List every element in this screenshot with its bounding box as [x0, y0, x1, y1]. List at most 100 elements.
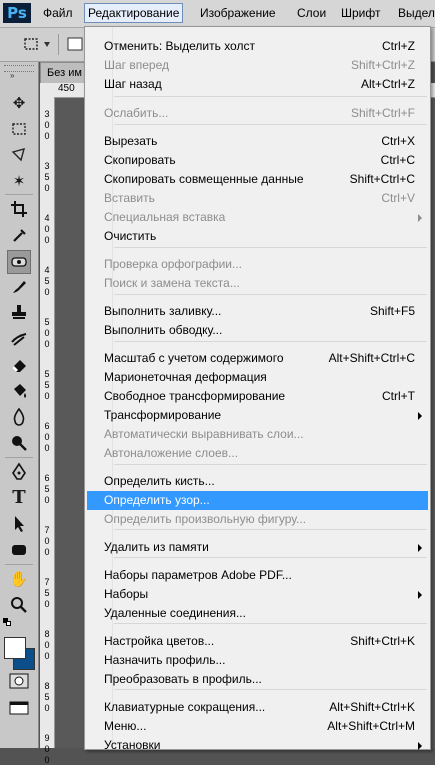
quick-mask-icon[interactable]: [9, 673, 29, 689]
menu-item-shortcut: Alt+Shift+Ctrl+M: [327, 719, 415, 733]
menu-item[interactable]: Поиск и замена текста...: [87, 274, 428, 293]
menu-item[interactable]: Удалить из памяти: [87, 538, 428, 557]
paint-bucket-tool-icon[interactable]: [8, 380, 30, 402]
menu-item[interactable]: Установки: [87, 736, 428, 755]
menu-separator: [114, 464, 427, 465]
menu-item[interactable]: Выполнить обводку...: [87, 321, 428, 340]
panel-grip[interactable]: [4, 65, 34, 72]
menu-item[interactable]: Скопировать совмещенные данные Shift+Ctrl…: [87, 170, 428, 189]
menu-item[interactable]: Специальная вставка: [87, 208, 428, 227]
menu-item[interactable]: Свободное трансформирование Ctrl+T: [87, 387, 428, 406]
menu-image[interactable]: Изображение: [197, 4, 279, 22]
menu-item-label: Удаленные соединения...: [104, 606, 246, 620]
ruler-label: 0: [44, 339, 50, 349]
eyedropper-tool-icon[interactable]: [8, 224, 30, 246]
menu-item-label: Автоматически выравнивать слои...: [104, 427, 304, 441]
menu-item[interactable]: Вставить Ctrl+V: [87, 189, 428, 208]
menu-item[interactable]: Преобразовать в профиль...: [87, 670, 428, 689]
menu-item[interactable]: Скопировать Ctrl+C: [87, 151, 428, 170]
menu-item[interactable]: Определить узор...: [87, 491, 428, 510]
menu-file[interactable]: Файл: [40, 4, 76, 22]
menu-item-label: Марионеточная деформация: [104, 370, 267, 384]
shape-tool-icon[interactable]: [8, 539, 30, 561]
menu-item[interactable]: Настройка цветов... Shift+Ctrl+K: [87, 632, 428, 651]
ruler-label: 0: [44, 744, 50, 754]
menu-type[interactable]: Шрифт: [338, 4, 383, 22]
menu-item[interactable]: Меню... Alt+Shift+Ctrl+M: [87, 717, 428, 736]
vertical-ruler: 300350400450500550600650700750800850900: [40, 97, 55, 765]
menu-item-label: Наборы параметров Adobe PDF...: [104, 568, 292, 582]
collapse-arrows-icon[interactable]: »: [10, 71, 14, 80]
ruler-label: 0: [44, 287, 50, 297]
menu-item-label: Автоналожение слоев...: [104, 446, 239, 460]
menu-item[interactable]: Клавиатурные сокращения... Alt+Shift+Ctrl…: [87, 698, 428, 717]
menu-item[interactable]: Удаленные соединения...: [87, 604, 428, 623]
clone-stamp-tool-icon[interactable]: [8, 302, 30, 324]
menu-item[interactable]: Отменить: Выделить холст Ctrl+Z: [87, 37, 428, 56]
ruler-label: 0: [44, 432, 50, 442]
path-selection-tool-icon[interactable]: [8, 513, 30, 535]
hand-tool-icon[interactable]: ✋: [8, 568, 30, 590]
ruler-label: 0: [44, 536, 50, 546]
lasso-tool-icon[interactable]: [8, 144, 30, 166]
menu-item[interactable]: Назначить профиль...: [87, 651, 428, 670]
ruler-label: 3: [44, 109, 50, 119]
menu-item[interactable]: Марионеточная деформация: [87, 368, 428, 387]
ruler-label: 0: [44, 755, 50, 765]
menu-item[interactable]: Выполнить заливку... Shift+F5: [87, 302, 428, 321]
blur-tool-icon[interactable]: [8, 406, 30, 428]
menu-item[interactable]: Наборы параметров Adobe PDF...: [87, 566, 428, 585]
menu-item-shortcut: Ctrl+T: [382, 389, 415, 403]
marquee-tool-icon[interactable]: [8, 118, 30, 140]
submenu-arrow-icon: [418, 591, 422, 599]
marquee-preset-icon[interactable]: [22, 35, 40, 53]
eraser-tool-icon[interactable]: [8, 354, 30, 376]
menu-item-shortcut: Alt+Shift+Ctrl+K: [329, 700, 415, 714]
dodge-tool-icon[interactable]: [8, 432, 30, 454]
menu-item[interactable]: Автоматически выравнивать слои...: [87, 425, 428, 444]
menu-item-label: Очистить: [104, 229, 157, 243]
menu-item[interactable]: Автоналожение слоев...: [87, 444, 428, 463]
menu-item[interactable]: Масштаб с учетом содержимого Alt+Shift+Ct…: [87, 349, 428, 368]
menu-item-label: Выполнить заливку...: [104, 304, 222, 318]
menu-item[interactable]: Ослабить... Shift+Ctrl+F: [87, 104, 428, 123]
menu-item[interactable]: Определить произвольную фигуру...: [87, 510, 428, 529]
menu-item[interactable]: Определить кисть...: [87, 472, 428, 491]
menu-item[interactable]: Шаг вперед Shift+Ctrl+Z: [87, 56, 428, 75]
ruler-label: 4: [44, 265, 50, 275]
ruler-label: 9: [44, 733, 50, 743]
menu-item-label: Скопировать: [104, 153, 176, 167]
ruler-label: 8: [44, 629, 50, 639]
foreground-color-swatch[interactable]: [4, 637, 26, 659]
type-tool-icon[interactable]: T: [8, 487, 30, 509]
menu-item-label: Скопировать совмещенные данные: [104, 172, 304, 186]
spot-healing-tool-icon[interactable]: [7, 250, 31, 274]
move-tool-icon[interactable]: ✥: [8, 92, 30, 114]
menu-edit[interactable]: Редактирование: [84, 3, 184, 23]
ruler-label: 0: [44, 651, 50, 661]
brush-tool-icon[interactable]: [8, 276, 30, 298]
menu-layer[interactable]: Слои: [294, 4, 329, 22]
magic-wand-tool-icon[interactable]: ✶: [8, 170, 30, 192]
ruler-label: 5: [44, 484, 50, 494]
menu-item-label: Вставить: [104, 191, 155, 205]
menu-select[interactable]: Выделе: [395, 4, 435, 22]
menu-item[interactable]: Наборы: [87, 585, 428, 604]
pen-tool-icon[interactable]: [8, 461, 30, 483]
ruler-label: 3: [44, 161, 50, 171]
ruler-label: 0: [44, 131, 50, 141]
menu-item[interactable]: Трансформирование: [87, 406, 428, 425]
menu-item[interactable]: Очистить: [87, 227, 428, 246]
ruler-label: 5: [44, 276, 50, 286]
zoom-tool-icon[interactable]: [8, 594, 30, 616]
menu-item[interactable]: Вырезать Ctrl+X: [87, 132, 428, 151]
menu-item[interactable]: Проверка орфографии...: [87, 255, 428, 274]
new-selection-icon[interactable]: [66, 35, 84, 53]
chevron-down-icon[interactable]: [44, 42, 50, 47]
ruler-label: 0: [44, 495, 50, 505]
menu-item[interactable]: Шаг назад Alt+Ctrl+Z: [87, 75, 428, 94]
history-brush-tool-icon[interactable]: [8, 328, 30, 350]
crop-tool-icon[interactable]: [8, 198, 30, 220]
default-colors-icon[interactable]: [3, 618, 11, 626]
screen-mode-icon[interactable]: [9, 700, 29, 716]
